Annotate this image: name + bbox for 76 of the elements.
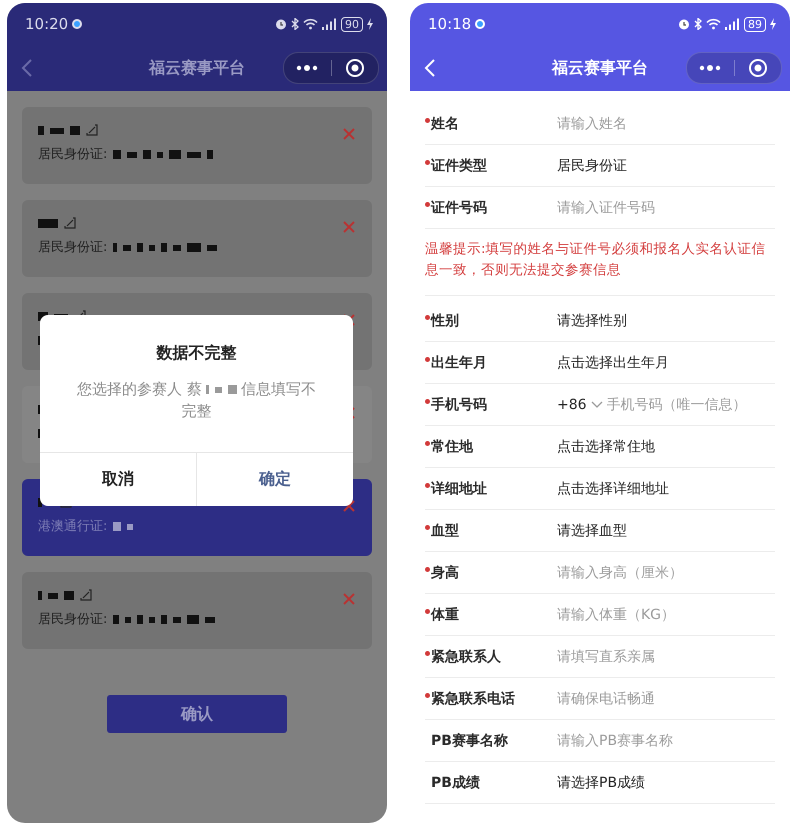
battery-level: 89 [744,16,766,32]
signal-icon [322,18,337,30]
battery-level: 90 [341,16,363,32]
input-field[interactable]: 请输入PB赛事名称 [557,732,767,748]
field-label: 身高 [431,564,459,582]
warning-text: 温馨提示:填写的姓名与证件号必须和报名人实名认证信息一致，否则无法提交参赛信息 [425,240,767,280]
id-type-label: 港澳通行证: [38,518,108,535]
confirm-button[interactable]: 确定 [196,453,353,506]
input-field[interactable]: 请输入体重（KG） [557,606,767,622]
redaction-mark [38,217,58,229]
input-field[interactable]: 请确保电话畅通 [557,690,767,706]
dialog-message: 信息填写不 [240,380,316,398]
back-icon[interactable] [21,58,33,78]
field-label: PB成绩 [431,774,480,792]
field-label: PB赛事名称 [431,732,508,750]
field-label: 出生年月 [431,354,487,372]
select-field[interactable]: 居民身份证 [557,156,627,174]
field-label: 详细地址 [431,480,487,498]
target-icon [344,58,365,78]
id-type-label: 居民身份证: [38,239,108,256]
select-field[interactable]: 点击选择常住地 [557,438,655,456]
signal-icon [725,18,740,30]
input-field[interactable]: 请输入姓名 [557,116,767,132]
wifi-icon [706,18,721,30]
charging-icon [367,18,373,30]
field-label: 体重 [431,606,459,624]
participant-card[interactable]: 居民身份证: [22,107,372,184]
field-label: 常住地 [431,438,473,456]
dialog-title: 数据不完整 [156,343,236,364]
wifi-icon [303,18,318,30]
redaction-mark [38,589,74,601]
field-label: 证件类型 [431,156,487,174]
page-title: 福云赛事平台 [552,58,648,78]
field-label: 证件号码 [431,198,487,216]
select-field[interactable]: 请选择性别 [557,312,627,330]
edit-icon[interactable] [80,589,92,601]
input-field[interactable]: 请输入身高（厘米） [557,564,767,580]
field-label: 性别 [431,312,459,330]
dialog-message: 完整 [182,402,212,420]
select-field[interactable]: 请选择血型 [557,522,627,540]
field-label: 紧急联系电话 [431,690,515,708]
field-label: 手机号码 [431,396,487,414]
target-icon [748,58,768,78]
notification-dot-icon [71,18,84,30]
field-label: 姓名 [431,114,459,132]
select-field[interactable]: 点击选择出生年月 [557,354,669,372]
country-code[interactable]: +86 [557,396,587,412]
participant-card[interactable]: 居民身份证: [22,572,372,649]
select-field[interactable]: 请选择PB成绩 [557,774,646,792]
edit-icon[interactable] [86,124,98,136]
alarm-icon [275,18,287,30]
more-icon [296,64,318,72]
input-field[interactable]: 请填写直系亲属 [557,648,767,664]
dialog-message: 您选择的参赛人 蔡 [77,380,202,398]
edit-icon[interactable] [64,217,76,229]
field-label: 紧急联系人 [431,648,501,666]
confirm-button[interactable]: 确认 [107,695,287,733]
redaction-mark [38,124,80,136]
more-icon [699,64,722,72]
field-label: 血型 [431,522,459,540]
status-time: 10:20 [25,15,68,33]
notification-dot-icon [474,18,486,30]
id-type-label: 居民身份证: [38,611,108,628]
select-field[interactable]: 点击选择详细地址 [557,480,669,498]
redaction-mark [113,520,134,532]
id-type-label: 居民身份证: [38,146,108,163]
input-field[interactable]: 请输入证件号码 [557,200,767,216]
input-field[interactable]: 手机号码（唯一信息） [606,396,790,412]
page-title: 福云赛事平台 [149,58,245,78]
bluetooth-icon [291,18,299,30]
alarm-icon [678,18,690,30]
status-time: 10:18 [428,15,472,33]
participant-card[interactable]: 居民身份证: [22,200,372,277]
chevron-down-icon[interactable] [590,400,603,408]
bluetooth-icon [694,18,702,30]
charging-icon [770,18,776,30]
